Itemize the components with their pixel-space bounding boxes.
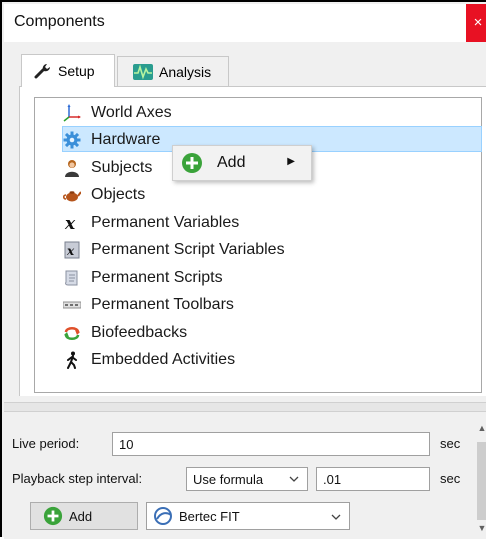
tree-item-label: Objects xyxy=(91,185,146,203)
waveform-icon xyxy=(133,63,153,80)
tree-item-world-axes[interactable]: World Axes xyxy=(63,99,172,126)
tree-item-label: Permanent Toolbars xyxy=(91,295,234,313)
scroll-down-icon[interactable]: ▼ xyxy=(476,520,486,536)
panel-splitter[interactable] xyxy=(4,402,486,412)
device-select[interactable]: Bertec FIT xyxy=(146,502,350,530)
tree-item-permanent-script-variables[interactable]: x Permanent Script Variables xyxy=(63,236,285,263)
tree-item-label: Permanent Variables xyxy=(91,213,240,231)
context-menu-label: Add xyxy=(217,154,246,171)
svg-text:x: x xyxy=(66,244,75,258)
green-plus-icon xyxy=(181,152,203,174)
tab-analysis-label: Analysis xyxy=(159,63,212,80)
tree-item-label: Permanent Script Variables xyxy=(91,240,285,258)
playback-step-unit: sec xyxy=(440,471,461,486)
close-button[interactable]: × xyxy=(466,4,486,42)
device-select-value: Bertec FIT xyxy=(179,508,240,524)
chevron-down-icon xyxy=(289,473,299,488)
vertical-scrollbar[interactable]: ▲ ▼ xyxy=(476,412,486,539)
tree-item-subjects[interactable]: Subjects xyxy=(63,154,152,181)
close-icon: × xyxy=(473,14,483,31)
green-plus-icon xyxy=(43,506,63,526)
components-window: Components × Setup Analysis World Axes H… xyxy=(0,0,486,539)
playback-step-input[interactable] xyxy=(316,467,430,491)
axes-icon xyxy=(63,103,81,122)
gear-icon xyxy=(63,131,81,149)
tree-item-label: World Axes xyxy=(91,103,172,121)
live-period-input[interactable] xyxy=(112,432,430,456)
context-menu-item-add[interactable]: Add ▶ xyxy=(177,149,307,177)
teapot-icon xyxy=(63,186,81,204)
live-period-unit: sec xyxy=(440,436,461,451)
walking-figure-icon xyxy=(63,351,81,369)
tree-item-permanent-scripts[interactable]: Permanent Scripts xyxy=(63,264,223,291)
scroll-up-icon[interactable]: ▲ xyxy=(476,420,486,436)
person-icon xyxy=(63,159,81,177)
submenu-arrow-icon: ▶ xyxy=(287,156,295,167)
tree-item-objects[interactable]: Objects xyxy=(63,181,145,208)
tree-item-label: Hardware xyxy=(91,130,161,148)
feedback-loop-icon xyxy=(63,324,81,342)
settings-panel: Live period: sec Playback step interval:… xyxy=(4,412,476,539)
tab-analysis[interactable]: Analysis xyxy=(117,56,229,86)
live-period-label: Live period: xyxy=(12,436,80,451)
scroll-thumb[interactable] xyxy=(477,442,486,520)
tab-strip: Setup Analysis xyxy=(4,42,486,87)
script-variable-icon: x xyxy=(63,241,81,259)
tree-item-label: Embedded Activities xyxy=(91,350,236,368)
tree-item-label: Biofeedbacks xyxy=(91,323,188,341)
bertec-logo-icon xyxy=(153,506,175,526)
tab-setup-label: Setup xyxy=(58,63,95,79)
components-tree[interactable]: World Axes Hardware Subjects Objects x P… xyxy=(34,97,482,393)
playback-mode-value: Use formula xyxy=(193,471,264,487)
wrench-icon xyxy=(34,63,52,79)
add-device-button[interactable]: Add xyxy=(30,502,138,530)
svg-text:x: x xyxy=(64,214,76,232)
title-bar: Components × xyxy=(4,4,486,42)
context-menu: Add ▶ xyxy=(172,145,312,181)
tree-item-embedded-activities[interactable]: Embedded Activities xyxy=(63,346,235,373)
variable-x-icon: x xyxy=(63,214,81,232)
tree-item-permanent-variables[interactable]: x Permanent Variables xyxy=(63,209,239,236)
add-button-label: Add xyxy=(69,508,93,524)
tree-item-biofeedbacks[interactable]: Biofeedbacks xyxy=(63,319,187,346)
tree-item-label: Subjects xyxy=(91,158,153,176)
tree-item-permanent-toolbars[interactable]: Permanent Toolbars xyxy=(63,291,234,318)
playback-step-label: Playback step interval: xyxy=(12,471,143,486)
window-title: Components xyxy=(14,13,105,30)
toolbar-icon xyxy=(63,296,81,314)
scroll-icon xyxy=(63,269,81,287)
chevron-down-icon xyxy=(331,511,341,526)
tree-item-label: Permanent Scripts xyxy=(91,268,223,286)
playback-mode-select[interactable]: Use formula xyxy=(186,467,308,491)
tab-setup[interactable]: Setup xyxy=(21,54,115,87)
tree-item-hardware[interactable]: Hardware xyxy=(63,126,160,153)
